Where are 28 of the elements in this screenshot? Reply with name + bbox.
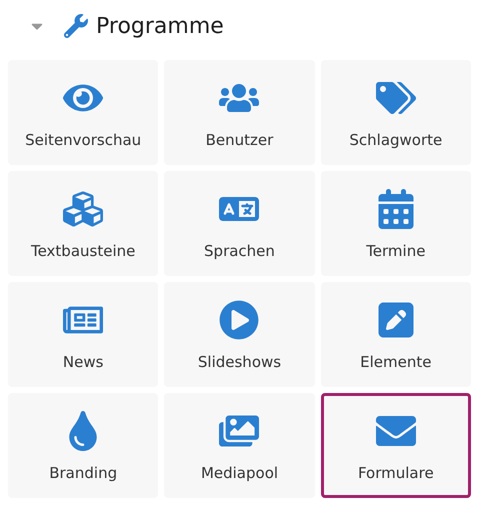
tile-label: Mediapool xyxy=(200,464,278,482)
app-tile[interactable]: Termine xyxy=(320,171,471,276)
app-tile[interactable]: Seitenvorschau xyxy=(8,60,158,165)
tile-label: Sprachen xyxy=(204,242,275,260)
tile-label: Elemente xyxy=(360,352,432,370)
wrench-icon xyxy=(64,14,88,38)
tile-label: Branding xyxy=(49,464,118,482)
tile-label: Seitenvorschau xyxy=(25,130,142,148)
app-tile[interactable]: Branding xyxy=(8,393,158,498)
tile-label: News xyxy=(62,352,104,370)
tile-label: Benutzer xyxy=(206,130,274,148)
app-tile[interactable]: Formulare xyxy=(320,393,471,498)
calendar-icon xyxy=(376,188,416,230)
section-title: Programme xyxy=(96,14,224,38)
app-tile[interactable]: Sprachen xyxy=(164,171,315,276)
app-tile[interactable]: Slideshows xyxy=(164,282,315,387)
app-tile[interactable]: Mediapool xyxy=(164,393,315,498)
app-tile[interactable]: Elemente xyxy=(320,282,471,387)
app-tile[interactable]: News xyxy=(8,282,158,387)
tile-label: Formulare xyxy=(358,464,434,482)
tile-label: Termine xyxy=(366,242,426,260)
play-icon xyxy=(219,298,260,340)
app-tile[interactable]: Benutzer xyxy=(164,60,315,165)
tile-label: Slideshows xyxy=(198,352,282,370)
tile-label: Schlagworte xyxy=(349,130,442,148)
app-tile[interactable]: Schlagworte xyxy=(320,60,471,165)
tile-label: Textbausteine xyxy=(30,242,136,260)
app-tile[interactable]: Textbausteine xyxy=(8,171,158,276)
